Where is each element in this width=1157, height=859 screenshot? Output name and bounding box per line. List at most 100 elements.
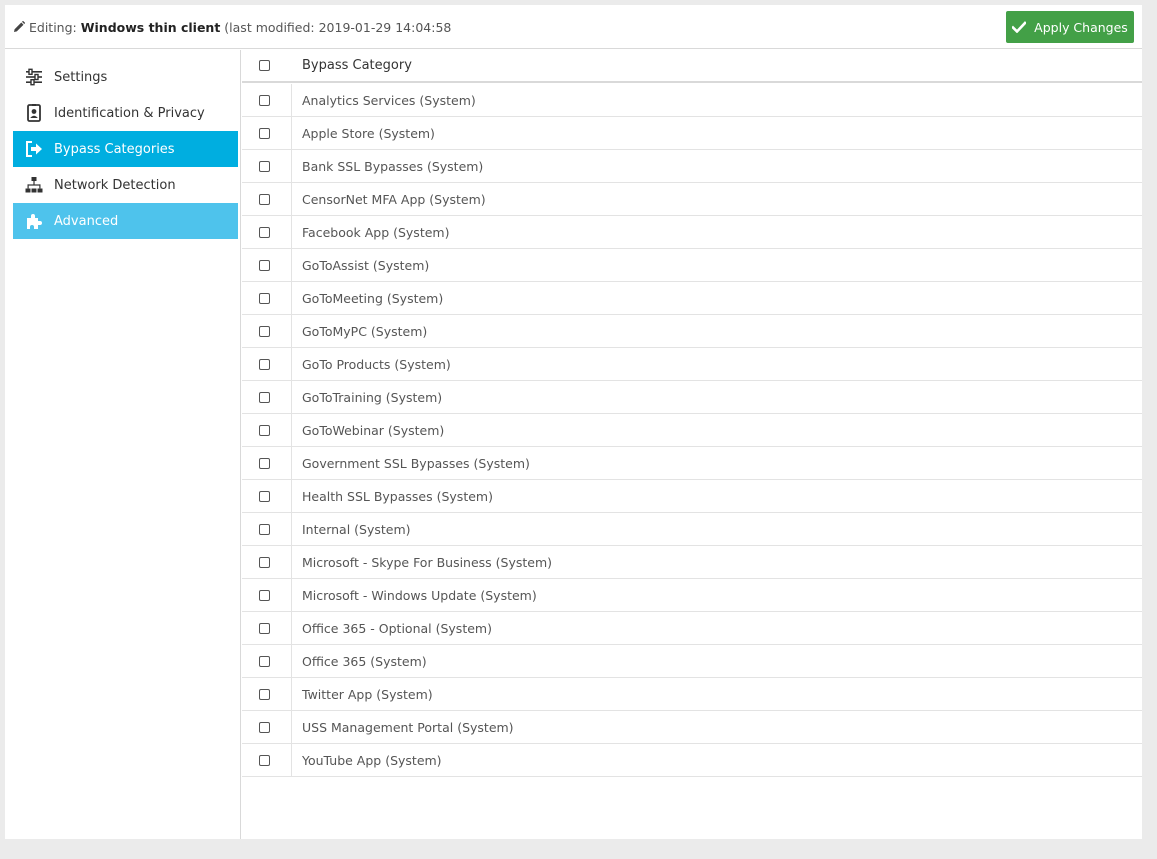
bypass-category-name: GoToTraining (System) [302, 390, 443, 405]
table-row[interactable]: Twitter App (System) [242, 678, 1142, 711]
bypass-category-name: YouTube App (System) [302, 753, 442, 768]
row-checkbox[interactable] [259, 458, 270, 469]
column-divider [291, 645, 292, 677]
row-checkbox[interactable] [259, 359, 270, 370]
row-checkbox[interactable] [259, 260, 270, 271]
table-row[interactable]: GoToTraining (System) [242, 381, 1142, 414]
bypass-category-name: Microsoft - Skype For Business (System) [302, 555, 553, 570]
column-divider [291, 183, 292, 215]
table-row[interactable]: Office 365 - Optional (System) [242, 612, 1142, 645]
column-divider [291, 348, 292, 380]
bypass-category-name: Analytics Services (System) [302, 93, 476, 108]
column-divider [291, 513, 292, 545]
table-row[interactable]: Microsoft - Windows Update (System) [242, 579, 1142, 612]
bypass-category-name: Internal (System) [302, 522, 411, 537]
row-checkbox[interactable] [259, 95, 270, 106]
main-panel: Editing: Windows thin client (last modif… [5, 5, 1142, 839]
row-checkbox[interactable] [259, 227, 270, 238]
column-divider [291, 546, 292, 578]
sidebar-item-label: Bypass Categories [54, 141, 175, 157]
row-checkbox[interactable] [259, 524, 270, 535]
row-checkbox[interactable] [259, 392, 270, 403]
sliders-icon [24, 67, 44, 87]
column-divider [291, 414, 292, 446]
checkmark-icon [1012, 21, 1027, 33]
sidebar-item-label: Advanced [54, 213, 119, 229]
sidebar-item-settings[interactable]: Settings [13, 59, 238, 95]
table-row[interactable]: GoTo Products (System) [242, 348, 1142, 381]
column-divider [291, 249, 292, 281]
table-row[interactable]: Microsoft - Skype For Business (System) [242, 546, 1142, 579]
column-divider [291, 678, 292, 710]
table-row[interactable]: Analytics Services (System) [242, 84, 1142, 117]
table-row[interactable]: YouTube App (System) [242, 744, 1142, 777]
editing-info: Editing: Windows thin client (last modif… [13, 19, 451, 37]
row-checkbox[interactable] [259, 557, 270, 568]
table-row[interactable]: GoToMeeting (System) [242, 282, 1142, 315]
table-row[interactable]: Bank SSL Bypasses (System) [242, 150, 1142, 183]
sidebar-item-network-detection[interactable]: Network Detection [13, 167, 238, 203]
table-row[interactable]: GoToMyPC (System) [242, 315, 1142, 348]
table-row[interactable]: GoToWebinar (System) [242, 414, 1142, 447]
row-checkbox[interactable] [259, 425, 270, 436]
row-checkbox[interactable] [259, 623, 270, 634]
row-checkbox[interactable] [259, 656, 270, 667]
row-checkbox[interactable] [259, 293, 270, 304]
bypass-category-name: Bank SSL Bypasses (System) [302, 159, 484, 174]
table-body: Analytics Services (System) Apple Store (… [242, 84, 1142, 777]
row-checkbox[interactable] [259, 755, 270, 766]
column-divider [291, 744, 292, 776]
bypass-categories-table: Bypass Category Analytics Services (Syst… [242, 50, 1142, 839]
row-checkbox[interactable] [259, 590, 270, 601]
column-divider [291, 711, 292, 743]
column-divider [291, 216, 292, 248]
row-checkbox[interactable] [259, 326, 270, 337]
puzzle-icon [24, 211, 44, 231]
column-divider [291, 612, 292, 644]
bypass-category-name: Health SSL Bypasses (System) [302, 489, 493, 504]
column-header-bypass-category: Bypass Category [302, 58, 412, 73]
sidebar-item-label: Network Detection [54, 177, 176, 193]
sidebar-item-label: Identification & Privacy [54, 105, 205, 121]
row-checkbox[interactable] [259, 194, 270, 205]
bypass-category-name: Office 365 - Optional (System) [302, 621, 492, 636]
select-all-checkbox[interactable] [259, 60, 270, 71]
sidebar-item-bypass-categories[interactable]: Bypass Categories [13, 131, 238, 167]
table-row[interactable]: Office 365 (System) [242, 645, 1142, 678]
bypass-category-name: Office 365 (System) [302, 654, 427, 669]
column-divider [291, 315, 292, 347]
column-divider [291, 282, 292, 314]
bypass-category-name: Facebook App (System) [302, 225, 450, 240]
row-checkbox[interactable] [259, 722, 270, 733]
table-row[interactable]: Health SSL Bypasses (System) [242, 480, 1142, 513]
editing-label: Editing: [28, 20, 77, 35]
profile-name: Windows thin client [80, 20, 221, 35]
bypass-category-name: GoToWebinar (System) [302, 423, 445, 438]
top-bar: Editing: Windows thin client (last modif… [5, 5, 1142, 49]
table-row[interactable]: GoToAssist (System) [242, 249, 1142, 282]
sidebar-item-advanced[interactable]: Advanced [13, 203, 238, 239]
bypass-category-name: GoToMeeting (System) [302, 291, 444, 306]
column-divider [291, 447, 292, 479]
bypass-category-name: Apple Store (System) [302, 126, 435, 141]
row-checkbox[interactable] [259, 689, 270, 700]
table-row[interactable]: CensorNet MFA App (System) [242, 183, 1142, 216]
row-checkbox[interactable] [259, 161, 270, 172]
table-row[interactable]: USS Management Portal (System) [242, 711, 1142, 744]
id-badge-icon [24, 103, 44, 123]
sidebar-item-label: Settings [54, 69, 108, 85]
table-row[interactable]: Government SSL Bypasses (System) [242, 447, 1142, 480]
apply-changes-button[interactable]: Apply Changes [1006, 11, 1134, 43]
table-row[interactable]: Apple Store (System) [242, 117, 1142, 150]
sidebar-item-identification-privacy[interactable]: Identification & Privacy [13, 95, 238, 131]
sign-out-icon [24, 139, 44, 159]
row-checkbox[interactable] [259, 491, 270, 502]
table-row[interactable]: Facebook App (System) [242, 216, 1142, 249]
column-divider [291, 579, 292, 611]
bypass-category-name: GoToMyPC (System) [302, 324, 428, 339]
row-checkbox[interactable] [259, 128, 270, 139]
table-row[interactable]: Internal (System) [242, 513, 1142, 546]
sitemap-icon [24, 175, 44, 195]
column-divider [291, 381, 292, 413]
sidebar: Settings Identification & Privacy Bypass… [5, 50, 241, 839]
